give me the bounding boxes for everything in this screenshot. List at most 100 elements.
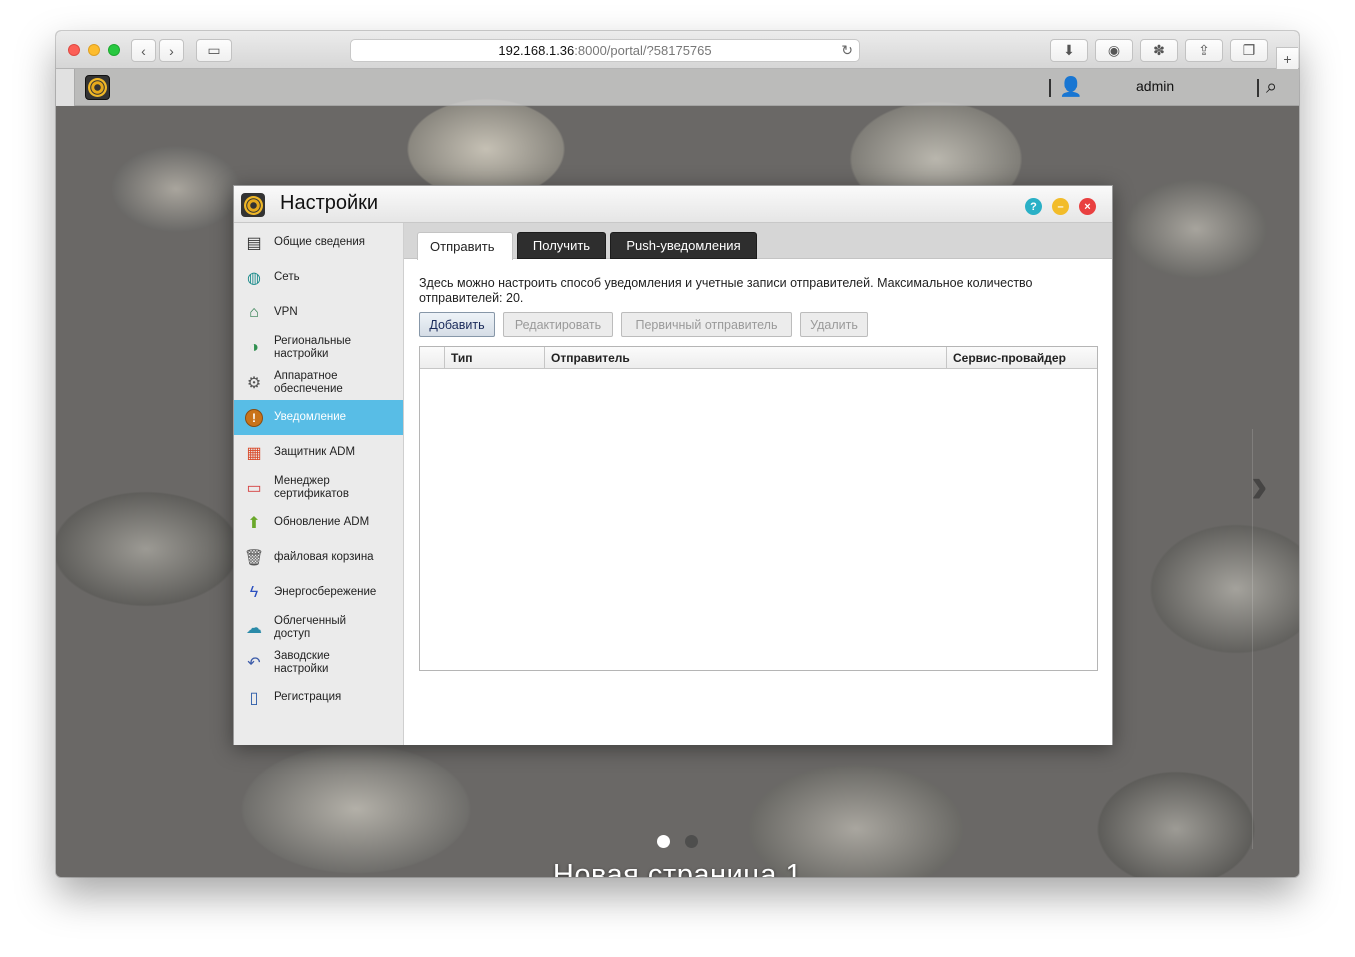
chevron-right-icon: › <box>169 42 174 59</box>
taskbar-left-strip <box>56 69 75 106</box>
settings-main: Отправить Получить Push-уведомления Здес… <box>404 223 1112 745</box>
certificate-icon: ▭ <box>246 479 262 497</box>
notification-icon: ! <box>243 407 265 429</box>
trash-icon: 🗑 <box>243 549 265 567</box>
divider <box>1257 79 1259 97</box>
sidebar-icon: ▭ <box>207 42 221 58</box>
sidebar-item-notification[interactable]: ! Уведомление <box>234 400 403 435</box>
search-icon[interactable]: ⌕ <box>1266 76 1288 98</box>
sidebar-item-factory-reset[interactable]: ↶ Заводские настройки <box>234 645 403 680</box>
sidebar-item-label: Регистрация <box>274 691 342 703</box>
column-header-type[interactable]: Тип <box>445 347 545 369</box>
close-button[interactable]: × <box>1079 198 1096 215</box>
tab-receive[interactable]: Получить <box>517 232 606 259</box>
sidebar-item-label: Заводские настройки <box>274 649 330 675</box>
close-window-button[interactable] <box>68 44 80 56</box>
new-tab-button[interactable]: + <box>1276 47 1298 69</box>
address-path: :8000/portal/?58175765 <box>574 43 712 58</box>
extension-button[interactable]: ◉ <box>1095 39 1133 62</box>
sidebar-toggle-button[interactable]: ▭ <box>196 39 232 62</box>
sidebar-item-general[interactable]: ▤ Общие сведения <box>234 225 403 260</box>
sidebar-item-label: Защитник ADM <box>274 446 356 458</box>
sidebar-item-recycle-bin[interactable]: 🗑 файловая корзина <box>234 540 403 575</box>
cloud-icon: ☁ <box>246 619 262 637</box>
next-page-arrow[interactable]: › <box>1251 456 1268 514</box>
column-header-select[interactable] <box>420 347 445 369</box>
minimize-window-button[interactable] <box>88 44 100 56</box>
zoom-window-button[interactable] <box>108 44 120 56</box>
settings-window: Настройки ? – × ▤ Общие сведения ◍ Сеть … <box>233 185 1113 745</box>
tabs-overview-button[interactable]: ❐ <box>1230 39 1268 62</box>
gear-icon <box>243 195 263 215</box>
registration-icon: ▯ <box>249 689 259 707</box>
address-bar[interactable]: 192.168.1.36:8000/portal/?58175765 ↻ <box>350 39 860 62</box>
globe-icon: ◍ <box>247 269 261 287</box>
sidebar-item-label: файловая корзина <box>274 551 374 563</box>
sidebar-item-label: VPN <box>274 306 298 318</box>
description-text: Здесь можно настроить способ уведомления… <box>419 276 1033 305</box>
download-icon: ⬇ <box>1063 42 1075 58</box>
sidebar-item-easy-access[interactable]: ☁ Облегченный доступ <box>234 610 403 645</box>
update-icon: ⬆ <box>247 514 261 532</box>
sidebar-item-energy[interactable]: ϟ Энергосбережение <box>234 575 403 610</box>
desktop: 👤 admin ⌕ › Настройки ? – × ▤ Общие свед… <box>56 69 1299 877</box>
sidebar-item-network[interactable]: ◍ Сеть <box>234 260 403 295</box>
sidebar-item-regional[interactable]: ◑ Региональные настройки <box>234 330 403 365</box>
delete-button[interactable]: Удалить <box>800 312 868 337</box>
server-icon: ▤ <box>246 234 262 252</box>
share-icon: ⇪ <box>1198 42 1210 58</box>
gear-icon <box>88 78 107 97</box>
region-icon: ◑ <box>249 338 259 356</box>
help-button[interactable]: ? <box>1025 198 1042 215</box>
window-title: Настройки <box>280 192 379 214</box>
page-label: Новая страница 1 <box>552 859 803 877</box>
sidebar-item-hardware[interactable]: ⚙ Аппаратное обеспечение <box>234 365 403 400</box>
tabs-icon: ❐ <box>1242 42 1256 58</box>
downloads-button[interactable]: ⬇ <box>1050 39 1088 62</box>
reset-icon: ↶ <box>247 654 261 672</box>
plus-icon: + <box>1283 50 1292 67</box>
column-header-provider[interactable]: Сервис-провайдер <box>947 347 1097 369</box>
page-dot-1[interactable] <box>657 835 670 848</box>
address-host: 192.168.1.36 <box>498 43 575 58</box>
sidebar-item-label: Энергосбережение <box>274 586 377 598</box>
sidebar-item-label: Аппаратное обеспечение <box>274 369 343 395</box>
hardware-icon: ⚙ <box>246 374 262 392</box>
sidebar-item-label: Обновление ADM <box>274 516 370 528</box>
settings-app-icon[interactable] <box>85 75 110 100</box>
column-header-sender[interactable]: Отправитель <box>545 347 947 369</box>
sidebar-item-certificates[interactable]: ▭ Менеджер сертификатов <box>234 470 403 505</box>
sidebar-item-label: Общие сведения <box>274 236 365 248</box>
reload-icon[interactable]: ↻ <box>841 42 853 59</box>
extension-icon: ◉ <box>1107 42 1121 58</box>
sidebar-item-label: Сеть <box>274 271 300 283</box>
extension2-button[interactable]: ✽ <box>1140 39 1178 62</box>
sidebar-item-label: Облегченный доступ <box>274 614 347 640</box>
sidebar-item-label: Менеджер сертификатов <box>274 474 349 500</box>
tab-push-notifications[interactable]: Push-уведомления <box>610 232 757 259</box>
forward-button[interactable]: › <box>159 39 184 62</box>
tab-bar: Отправить Получить Push-уведомления <box>404 223 1112 260</box>
user-icon[interactable]: 👤 <box>1059 77 1083 99</box>
vpn-icon: ⌂ <box>249 303 259 321</box>
settings-icon <box>241 193 265 217</box>
window-header[interactable]: Настройки ? – × <box>234 186 1112 223</box>
energy-icon: ϟ <box>249 583 259 601</box>
adm-taskbar: 👤 admin ⌕ <box>56 69 1299 106</box>
sidebar-item-adm-update[interactable]: ⬆ Обновление ADM <box>234 505 403 540</box>
edit-button[interactable]: Редактировать <box>503 312 613 337</box>
back-button[interactable]: ‹ <box>131 39 156 62</box>
minimize-button[interactable]: – <box>1052 198 1069 215</box>
username[interactable]: admin <box>1136 78 1174 94</box>
share-button[interactable]: ⇪ <box>1185 39 1223 62</box>
sidebar-item-registration[interactable]: ▯ Регистрация <box>234 680 403 715</box>
primary-sender-button[interactable]: Первичный отправитель <box>621 312 792 337</box>
sidebar-item-label: Региональные настройки <box>274 334 352 360</box>
sidebar-item-vpn[interactable]: ⌂ VPN <box>234 295 403 330</box>
tab-send[interactable]: Отправить <box>417 232 513 260</box>
table-header: Тип Отправитель Сервис-провайдер <box>420 347 1097 369</box>
add-button[interactable]: Добавить <box>419 312 495 337</box>
sidebar-item-adm-defender[interactable]: ▦ Защитник ADM <box>234 435 403 470</box>
page-dot-2[interactable] <box>685 835 698 848</box>
chevron-left-icon: ‹ <box>141 42 146 59</box>
